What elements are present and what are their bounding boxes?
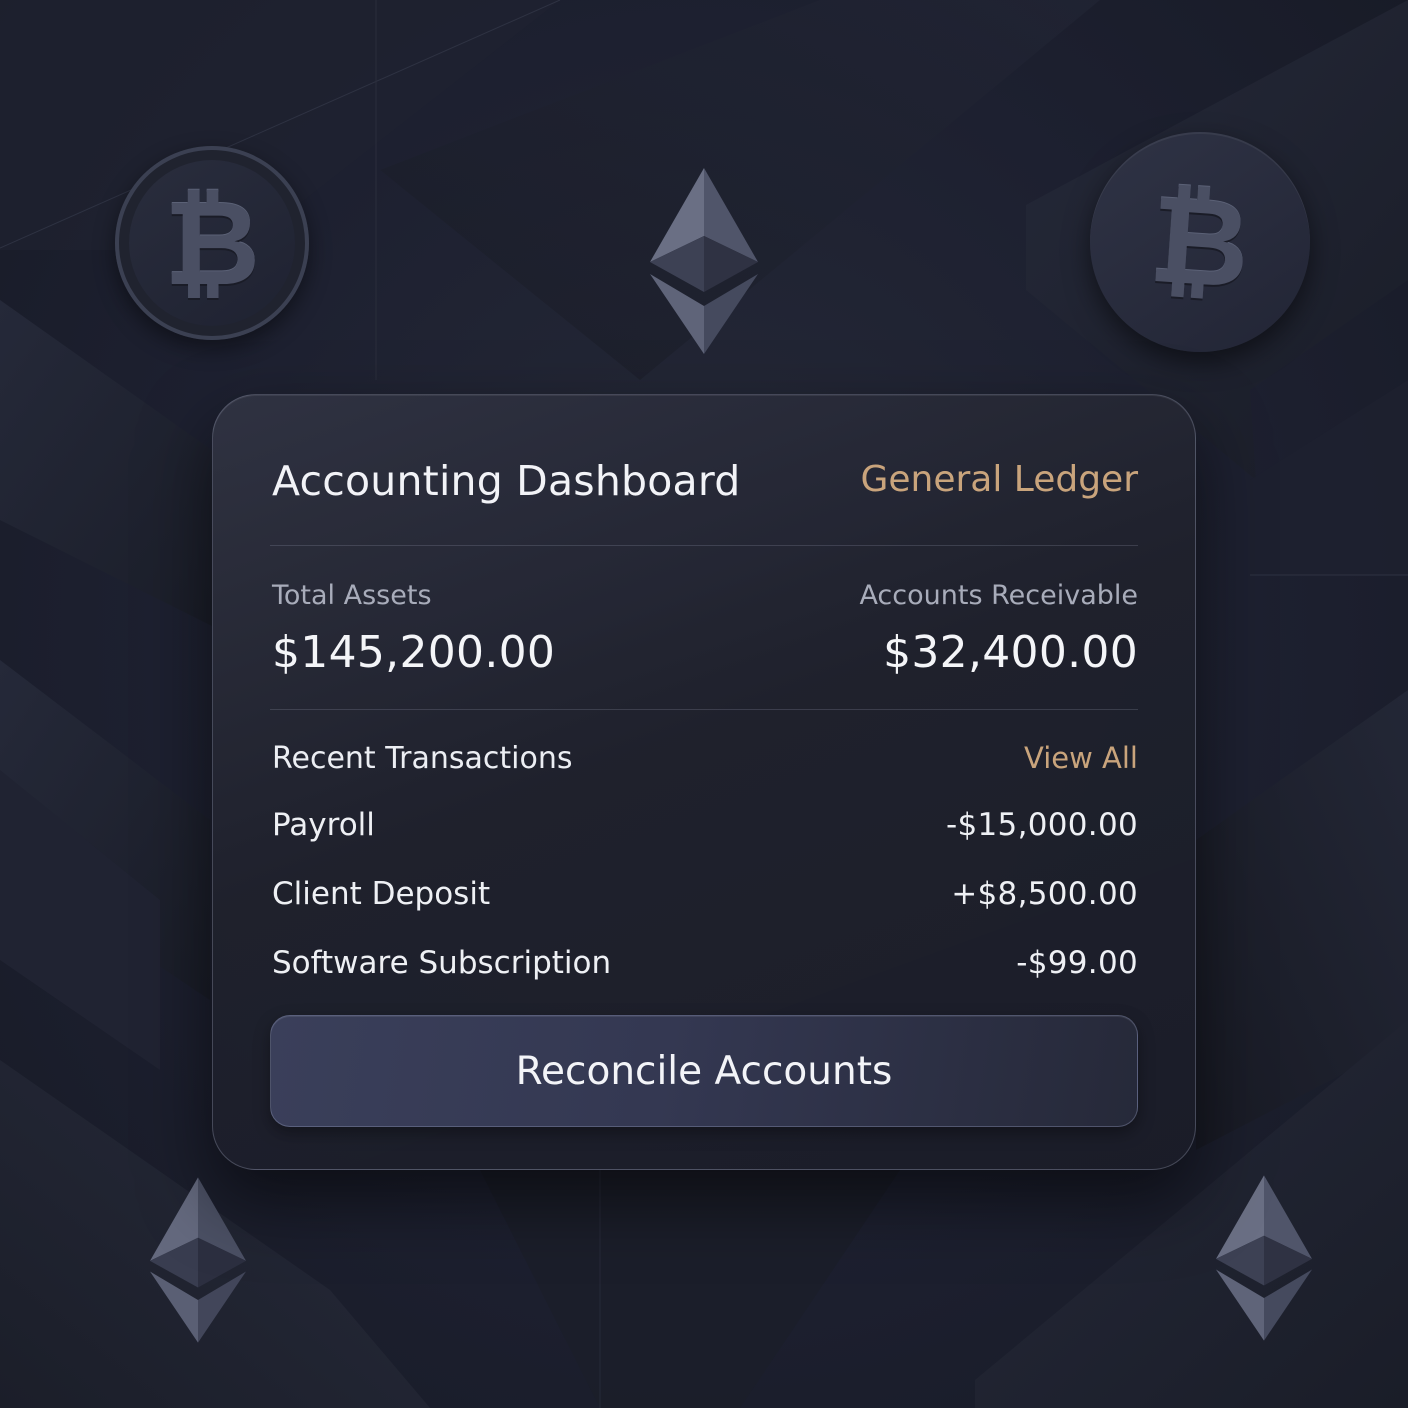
- transaction-amount: -$15,000.00: [946, 807, 1138, 843]
- view-all-link[interactable]: View All: [1024, 741, 1138, 775]
- bitcoin-coin-icon: ₿: [115, 146, 309, 340]
- ethereum-icon: [1216, 1175, 1312, 1341]
- card-header: Accounting Dashboard General Ledger: [270, 457, 1138, 513]
- bitcoin-coin-icon: ₿: [1090, 132, 1310, 352]
- accounts-receivable-value: $32,400.00: [883, 627, 1138, 678]
- accounts-receivable-label: Accounts Receivable: [859, 580, 1138, 611]
- bitcoin-symbol: ₿: [163, 174, 261, 312]
- general-ledger-link[interactable]: General Ledger: [860, 459, 1138, 500]
- stats-divider: [270, 709, 1138, 710]
- total-assets-label: Total Assets: [272, 580, 432, 611]
- transaction-name: Software Subscription: [272, 945, 612, 981]
- transaction-list: Payroll -$15,000.00 Client Deposit +$8,5…: [270, 807, 1138, 1014]
- transaction-row[interactable]: Software Subscription -$99.00: [270, 945, 1138, 1014]
- app-background: ₿ ₿ Accounting Dashboard General Ledger: [0, 0, 1408, 1408]
- bitcoin-symbol: ₿: [1145, 167, 1255, 317]
- ethereum-icon: [150, 1177, 246, 1343]
- recent-transactions-heading: Recent Transactions: [272, 741, 573, 776]
- ethereum-icon: [650, 168, 758, 354]
- page-title: Accounting Dashboard: [272, 457, 741, 505]
- transaction-row[interactable]: Client Deposit +$8,500.00: [270, 876, 1138, 945]
- transaction-amount: +$8,500.00: [951, 876, 1138, 912]
- dashboard-card: Accounting Dashboard General Ledger Tota…: [212, 394, 1196, 1170]
- transaction-name: Payroll: [272, 807, 375, 843]
- transaction-name: Client Deposit: [272, 876, 491, 912]
- card-content: Accounting Dashboard General Ledger Tota…: [270, 395, 1138, 1169]
- header-divider: [270, 545, 1138, 546]
- transaction-row[interactable]: Payroll -$15,000.00: [270, 807, 1138, 876]
- transaction-amount: -$99.00: [1016, 945, 1138, 981]
- reconcile-accounts-button[interactable]: Reconcile Accounts: [270, 1015, 1138, 1127]
- total-assets-value: $145,200.00: [272, 627, 556, 678]
